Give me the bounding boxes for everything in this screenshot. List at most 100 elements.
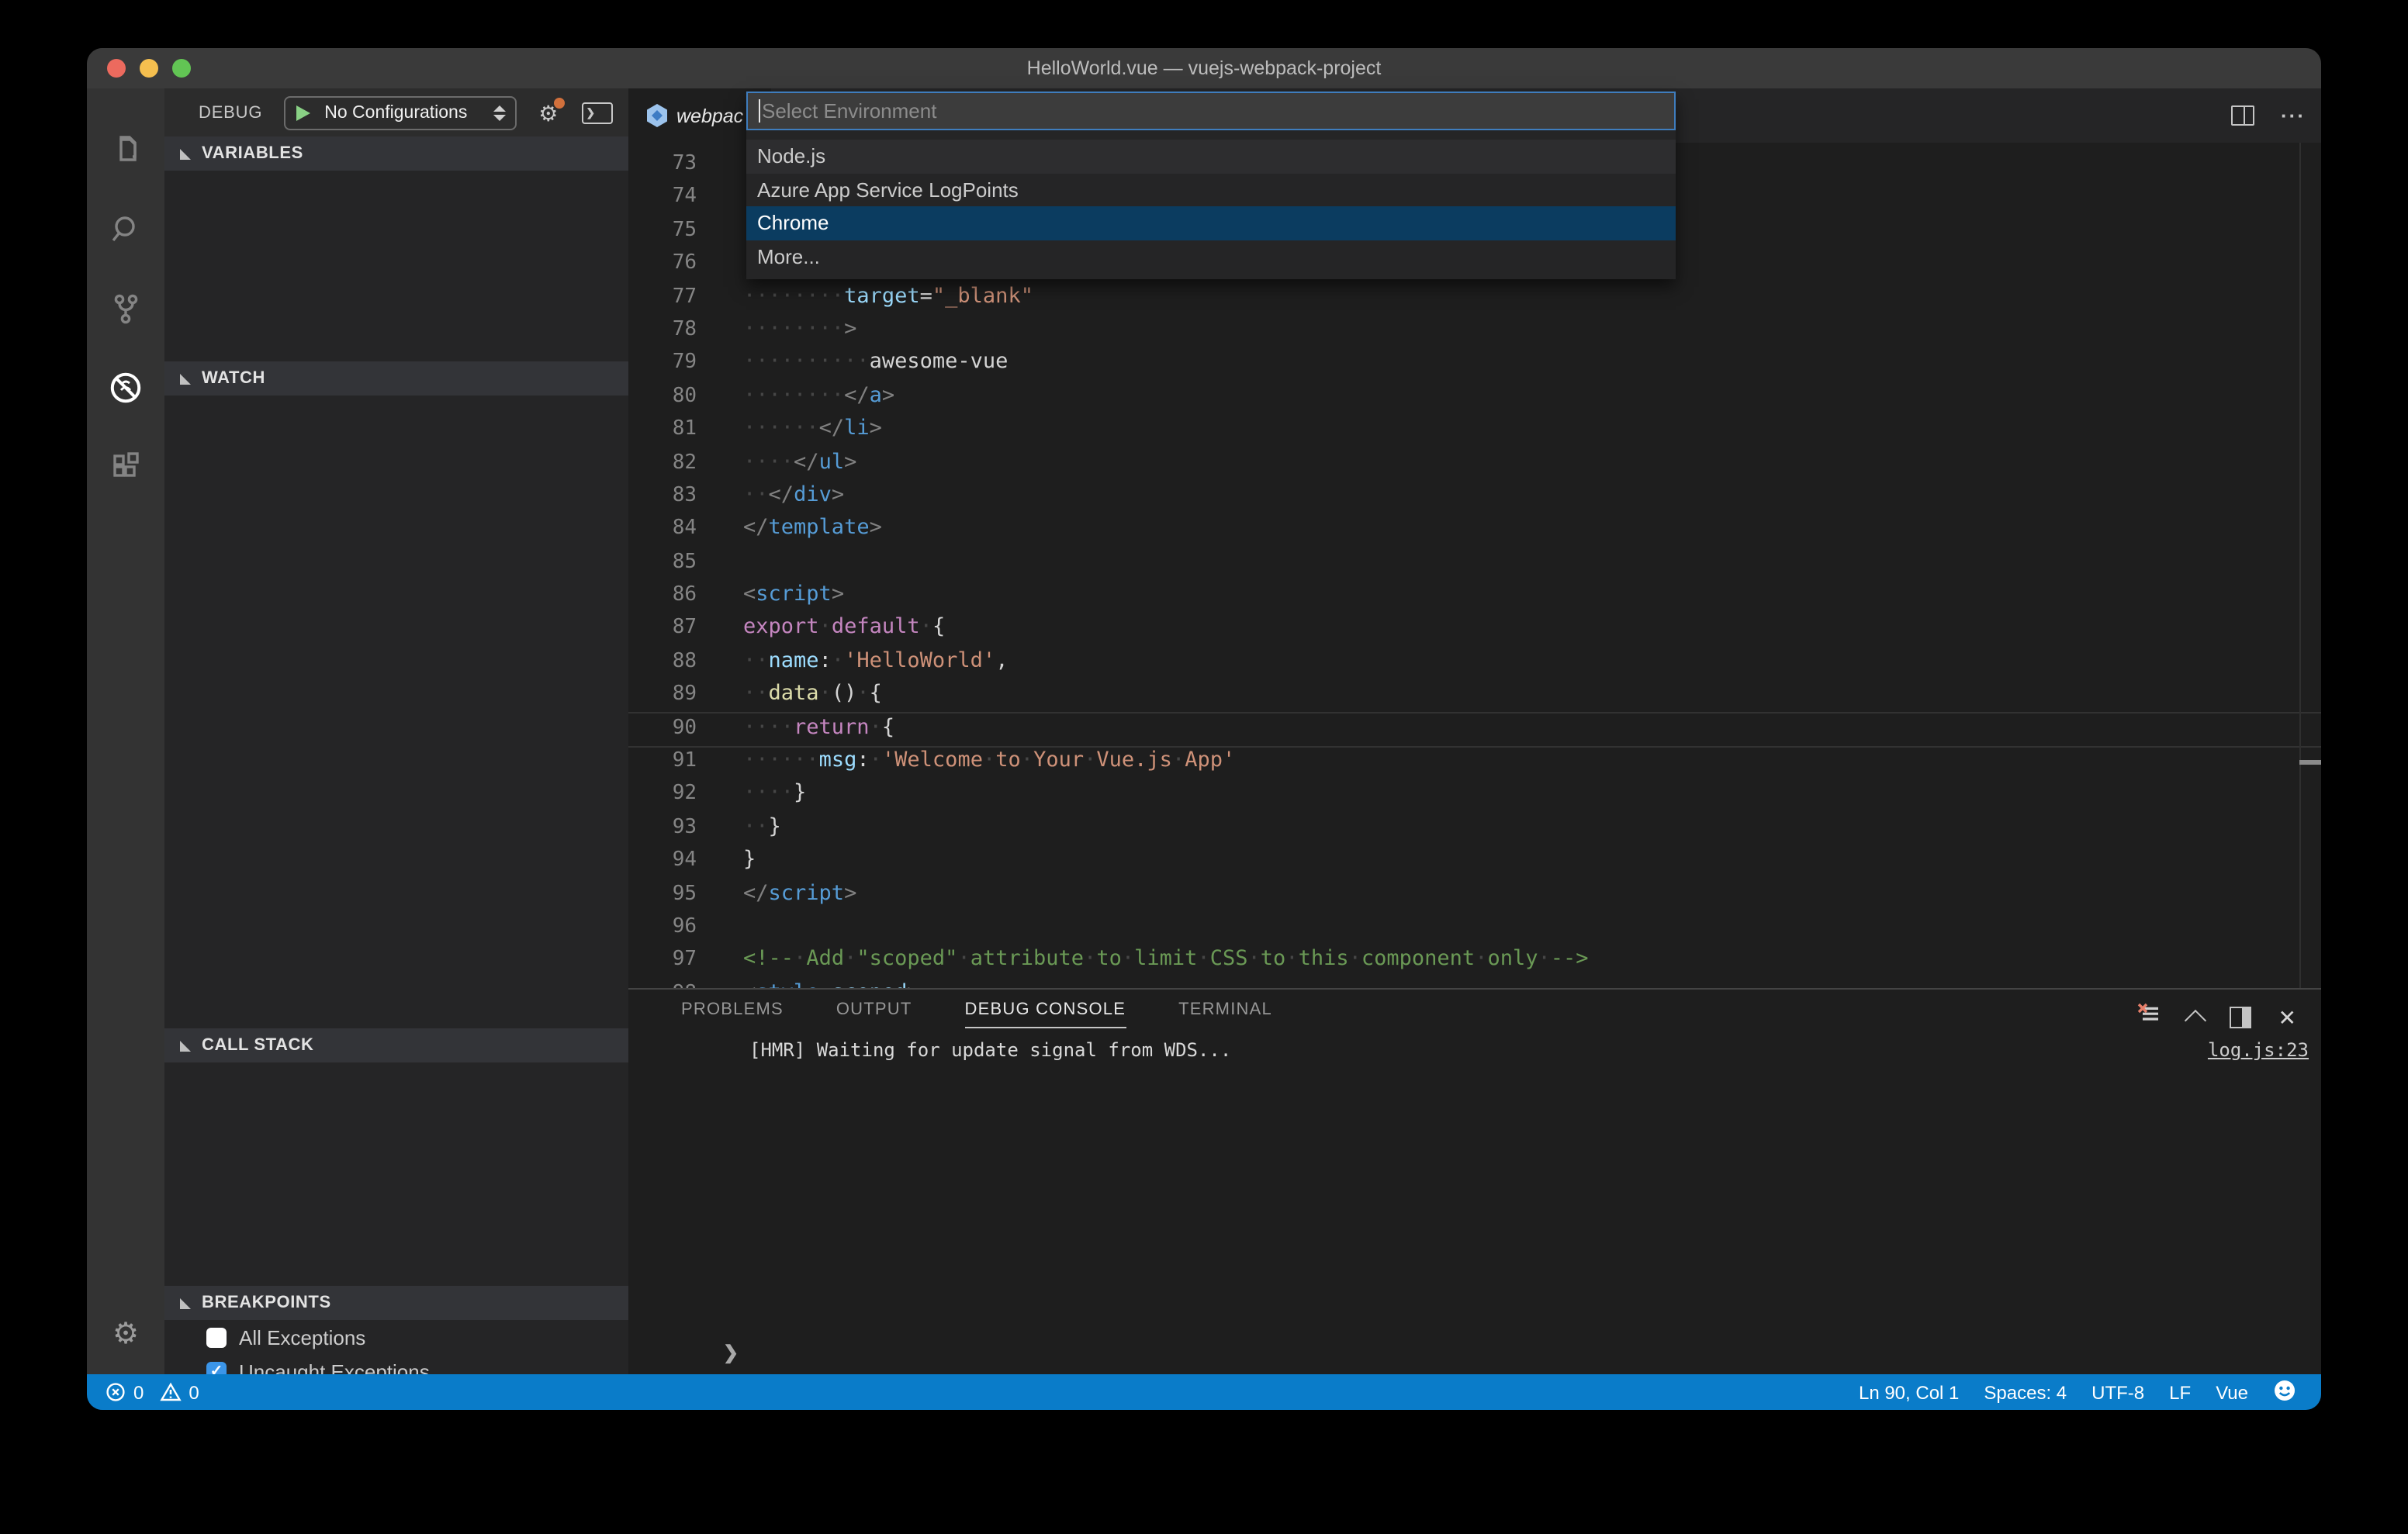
line-number[interactable]: 89 <box>628 679 697 712</box>
line-number[interactable]: 81 <box>628 413 697 446</box>
status-item[interactable]: Spaces: 4 <box>1984 1381 2067 1403</box>
status-item[interactable]: Vue <box>2216 1381 2248 1403</box>
minimize-window-icon[interactable] <box>140 59 158 78</box>
problems-status[interactable]: 0 0 <box>106 1381 199 1403</box>
sidebar-section-call-stack[interactable]: CALL STACK <box>164 1028 628 1062</box>
files-icon[interactable] <box>87 110 164 189</box>
code-line[interactable]: 97 <!--·Add·"scoped"·attribute·to·limit·C… <box>628 944 2321 977</box>
code-line[interactable]: 78 ········> <box>628 313 2321 347</box>
screen: HelloWorld.vue — vuejs-webpack-project ⚙… <box>0 0 2408 1534</box>
line-number[interactable]: 95 <box>628 877 697 910</box>
sidebar-section-variables[interactable]: VARIABLES <box>164 136 628 171</box>
console-source-link[interactable]: log.js:23 <box>2208 1039 2309 1061</box>
clear-console-icon[interactable] <box>2137 1002 2162 1033</box>
checkbox-checked-icon[interactable]: ✓ <box>206 1361 227 1374</box>
checkbox-unchecked-icon[interactable] <box>206 1327 227 1347</box>
line-number[interactable]: 75 <box>628 214 697 247</box>
panel-tab-problems[interactable]: PROBLEMS <box>681 1000 784 1028</box>
code-line[interactable]: 88 ··name:·'HelloWorld', <box>628 645 2321 679</box>
code-line[interactable]: 86 <script> <box>628 579 2321 612</box>
line-number[interactable]: 84 <box>628 513 697 546</box>
breakpoint-row[interactable]: All Exceptions <box>164 1320 628 1354</box>
line-number[interactable]: 80 <box>628 379 697 413</box>
line-number[interactable]: 77 <box>628 280 697 313</box>
line-number[interactable]: 73 <box>628 147 697 181</box>
line-number[interactable]: 90 <box>628 711 697 745</box>
code-line[interactable]: 87 export·default·{ <box>628 612 2321 645</box>
code-line[interactable]: 91 ······msg:·'Welcome·to·Your·Vue.js·App… <box>628 745 2321 778</box>
close-panel-icon[interactable]: ✕ <box>2278 1007 2296 1028</box>
code-line[interactable]: 81 ······</li> <box>628 413 2321 446</box>
settings-gear-icon[interactable]: ⚙ <box>87 1317 164 1353</box>
toggle-debug-console-icon[interactable]: ❯ <box>581 102 613 123</box>
code-line[interactable]: 90 ····return·{ <box>628 711 2321 745</box>
line-number[interactable]: 78 <box>628 313 697 347</box>
line-number[interactable]: 76 <box>628 247 697 280</box>
status-item[interactable]: UTF-8 <box>2091 1381 2144 1403</box>
title-bar[interactable]: HelloWorld.vue — vuejs-webpack-project <box>87 48 2321 88</box>
line-number[interactable]: 88 <box>628 645 697 679</box>
debug-icon[interactable] <box>87 347 164 427</box>
extensions-icon[interactable] <box>87 427 164 506</box>
status-bar: 0 0 Ln 90, Col 1 Spaces: 4 UTF-8 LF Vue <box>87 1374 2321 1410</box>
code-line[interactable]: 92 ····} <box>628 778 2321 811</box>
status-item[interactable]: Ln 90, Col 1 <box>1859 1381 1959 1403</box>
code-line[interactable]: 79 ··········awesome-vue <box>628 347 2321 380</box>
code-line[interactable]: 80 ········</a> <box>628 379 2321 413</box>
twistie-icon <box>180 373 191 384</box>
quickpick-item-azure-app-service-logpoints[interactable]: Azure App Service LogPoints <box>746 173 1676 206</box>
configure-gear-icon[interactable]: ⚙ <box>538 97 565 123</box>
code-line[interactable]: 77 ········target="_blank" <box>628 280 2321 313</box>
zoom-window-icon[interactable] <box>172 59 191 78</box>
line-number[interactable]: 94 <box>628 844 697 877</box>
line-number[interactable]: 79 <box>628 347 697 380</box>
split-editor-icon[interactable] <box>2231 105 2254 126</box>
code-line[interactable]: 85 <box>628 545 2321 579</box>
panel-tab-terminal[interactable]: TERMINAL <box>1178 1000 1272 1028</box>
code-line[interactable]: 89 ··data·()·{ <box>628 679 2321 712</box>
quickpick-input[interactable]: Select Environment <box>746 92 1676 130</box>
search-icon[interactable] <box>87 189 164 268</box>
line-number[interactable]: 93 <box>628 811 697 845</box>
code-line[interactable]: 94} <box>628 844 2321 877</box>
line-number[interactable]: 91 <box>628 745 697 778</box>
panel-tab-debug-console[interactable]: DEBUG CONSOLE <box>964 1000 1126 1028</box>
line-number[interactable]: 83 <box>628 479 697 513</box>
code-line[interactable]: 82 ····</ul> <box>628 446 2321 479</box>
line-number[interactable]: 96 <box>628 910 697 944</box>
debug-configuration-dropdown[interactable]: No Configurations <box>284 95 517 130</box>
line-number[interactable]: 87 <box>628 612 697 645</box>
line-number[interactable]: 92 <box>628 778 697 811</box>
source-control-icon[interactable] <box>87 268 164 347</box>
split-panel-icon[interactable] <box>2230 1007 2252 1028</box>
more-actions-icon[interactable]: ··· <box>2281 105 2306 125</box>
maximize-panel-icon[interactable] <box>2185 1009 2207 1032</box>
line-number[interactable]: 74 <box>628 181 697 214</box>
sidebar-section-breakpoints[interactable]: BREAKPOINTS <box>164 1286 628 1320</box>
code-line[interactable]: 84 </template> <box>628 513 2321 546</box>
line-number[interactable]: 82 <box>628 446 697 479</box>
breakpoint-row[interactable]: ✓ Uncaught Exceptions <box>164 1354 628 1374</box>
panel-tab-output[interactable]: OUTPUT <box>836 1000 912 1028</box>
activity-bar: ⚙ <box>87 88 164 1374</box>
close-window-icon[interactable] <box>107 59 126 78</box>
console-input-prompt[interactable]: ❯ <box>723 1342 739 1363</box>
line-number[interactable]: 85 <box>628 545 697 579</box>
quickpick-item-more-[interactable]: More... <box>746 240 1676 273</box>
code-line[interactable]: 93 ··} <box>628 811 2321 845</box>
code-line[interactable]: 83 ··</div> <box>628 479 2321 513</box>
sidebar-section-watch[interactable]: WATCH <box>164 361 628 396</box>
status-item[interactable]: LF <box>2169 1381 2191 1403</box>
feedback-smiley-icon[interactable] <box>2273 1378 2296 1406</box>
twistie-icon <box>180 1297 191 1308</box>
code-line[interactable]: 95 </script> <box>628 877 2321 910</box>
line-number[interactable]: 86 <box>628 579 697 612</box>
debug-view-title: DEBUG <box>199 103 263 122</box>
line-number[interactable]: 97 <box>628 944 697 977</box>
code-line[interactable]: 96 <box>628 910 2321 944</box>
start-debugging-icon[interactable] <box>296 105 311 120</box>
quickpick-item-node-js[interactable]: Node.js <box>746 140 1676 173</box>
twistie-icon <box>180 1040 191 1051</box>
section-title: VARIABLES <box>202 144 303 163</box>
quickpick-item-chrome[interactable]: Chrome <box>746 206 1676 240</box>
